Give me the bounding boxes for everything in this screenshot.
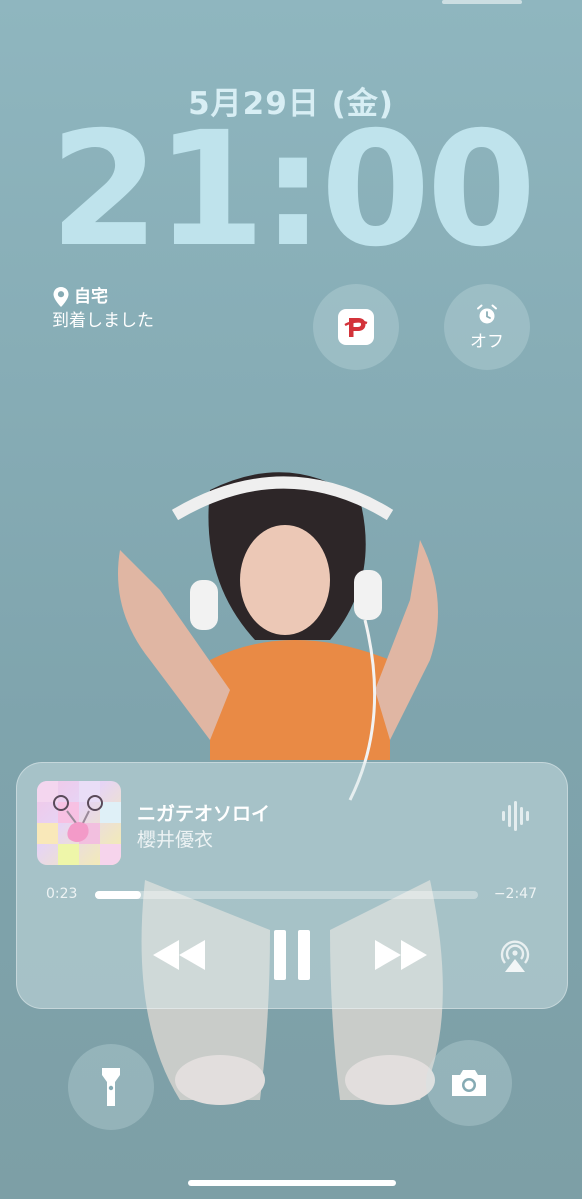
album-art[interactable] — [37, 781, 121, 865]
paypay-widget[interactable] — [313, 284, 399, 370]
paypay-icon — [338, 309, 374, 345]
airplay-icon — [500, 940, 530, 972]
alarm-widget[interactable]: オフ — [444, 284, 530, 370]
next-button[interactable] — [369, 929, 433, 981]
location-widget[interactable]: 自宅 到着しました — [52, 285, 154, 333]
now-playing-widget[interactable]: ニガテオソロイ 櫻井優衣 0:23 −2:47 — [16, 762, 568, 1009]
elapsed-time: 0:23 — [46, 886, 78, 902]
pause-button[interactable] — [262, 923, 322, 987]
progress-fill — [95, 891, 141, 899]
waveform-icon — [502, 801, 529, 831]
airplay-button[interactable] — [495, 933, 535, 977]
keychain-art-icon — [53, 795, 103, 842]
location-place: 自宅 — [74, 287, 108, 307]
pause-icon — [274, 930, 310, 980]
camera-icon — [452, 1070, 486, 1096]
location-pin-icon — [53, 287, 69, 307]
previous-button[interactable] — [147, 929, 211, 981]
alarm-clock-icon — [477, 304, 497, 323]
camera-button[interactable] — [426, 1040, 512, 1126]
flashlight-button[interactable] — [68, 1044, 154, 1130]
fast-forward-icon — [375, 940, 427, 970]
song-artist: 櫻井優衣 — [137, 829, 214, 851]
remaining-time: −2:47 — [493, 886, 537, 902]
location-status: 到着しました — [52, 311, 154, 331]
progress-scrubber[interactable] — [95, 891, 478, 899]
home-indicator[interactable] — [188, 1180, 396, 1186]
lockscreen-time: 21:00 — [49, 98, 537, 282]
alarm-label: オフ — [470, 331, 504, 352]
rewind-icon — [153, 940, 205, 970]
flashlight-icon — [102, 1068, 120, 1106]
song-title: ニガテオソロイ — [137, 803, 271, 825]
top-handle — [442, 0, 522, 4]
